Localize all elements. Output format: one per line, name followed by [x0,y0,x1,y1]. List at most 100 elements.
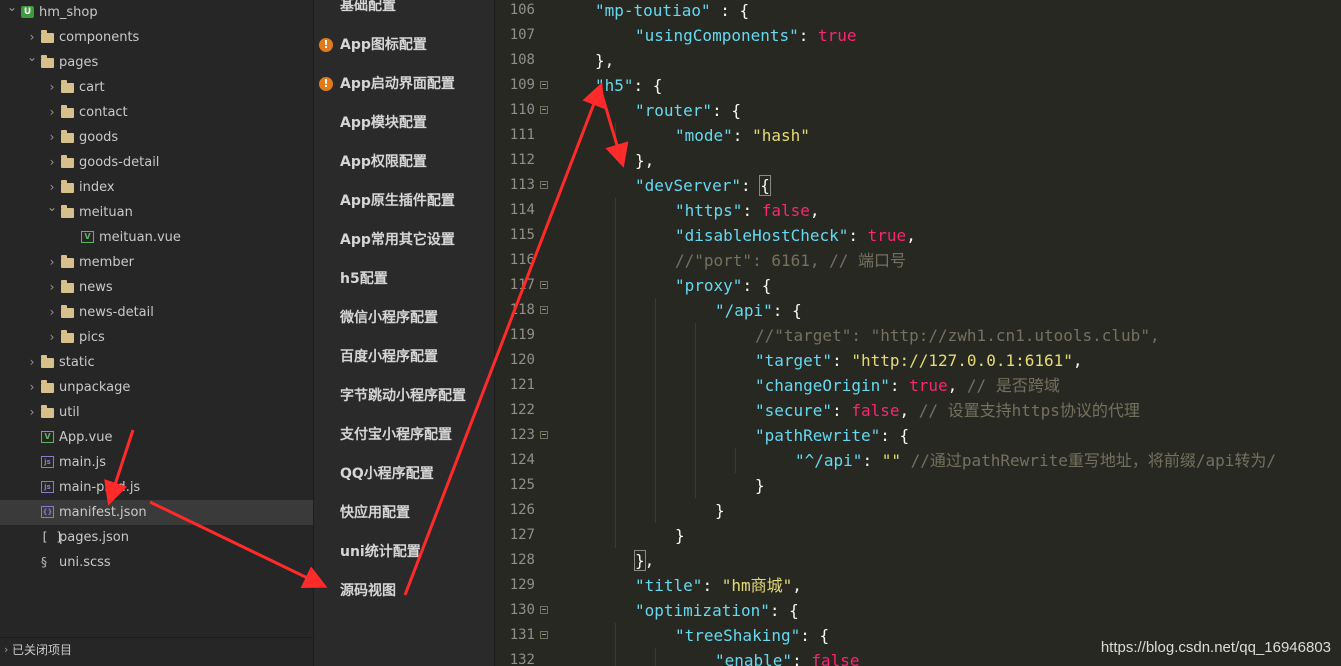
code-token: "hash" [752,126,810,145]
settings-menu-item[interactable]: ! App图标配置 [314,26,494,65]
settings-menu-label: 基础配置 [340,0,396,14]
settings-menu-item[interactable]: 字节跳动小程序配置 [314,377,494,416]
indent-guide [615,248,616,273]
indent-guide [695,473,696,498]
fold-toggle-icon[interactable] [540,106,548,114]
settings-menu-item[interactable]: App常用其它设置 [314,221,494,260]
tree-file-pages.json[interactable]: [ ] pages.json [0,525,313,550]
tree-folder-static[interactable]: › static [0,350,313,375]
closed-projects-bar[interactable]: › 已关闭项目 [0,637,313,666]
code-token: false [761,201,810,220]
code-token: : { [880,426,910,445]
code-text: "devServer": { [635,173,771,198]
tree-folder-unpackage[interactable]: › unpackage [0,375,313,400]
code-token: "pathRewrite" [755,426,881,445]
settings-menu-item[interactable]: 支付宝小程序配置 [314,416,494,455]
code-token: : { [633,76,663,95]
tree-folder-pics[interactable]: › pics [0,325,313,350]
fold-toggle-icon[interactable] [540,281,548,289]
code-token: }, [595,51,615,70]
indent-guide [655,348,656,373]
code-line: 126} [495,498,1341,523]
folder-open-icon [41,55,54,68]
line-number: 131 [509,627,535,643]
chevron-right-icon[interactable]: › [46,150,58,175]
chevron-right-icon[interactable]: › [46,125,58,150]
fold-toggle-icon[interactable] [540,181,548,189]
fold-toggle-icon[interactable] [540,606,548,614]
tree-folder-member[interactable]: › member [0,250,313,275]
code-line: 107 "usingComponents": true [495,23,1341,48]
chevron-down-icon[interactable]: ⌄ [26,45,38,70]
tree-folder-util[interactable]: › util [0,400,313,425]
settings-menu-item[interactable]: App模块配置 [314,104,494,143]
settings-menu-item[interactable]: ! App启动界面配置 [314,65,494,104]
tree-file-main-prod.js[interactable]: js main-prod.js [0,475,313,500]
settings-menu-item[interactable]: uni统计配置 [314,533,494,572]
tree-item-label: goods-detail [79,155,160,170]
settings-menu-item[interactable]: 百度小程序配置 [314,338,494,377]
chevron-right-icon[interactable]: › [26,375,38,400]
tree-file-App.vue[interactable]: V App.vue [0,425,313,450]
tree-folder-meituan[interactable]: ⌄ meituan [0,200,313,225]
code-line: 120 "target": "http://127.0.0.1:6161", [495,348,1341,373]
fold-toggle-icon[interactable] [540,306,548,314]
tree-file-uni.scss[interactable]: § uni.scss [0,550,313,575]
tree-folder-goods[interactable]: › goods [0,125,313,150]
chevron-right-icon[interactable]: › [46,325,58,350]
settings-menu-label: 快应用配置 [340,505,410,521]
tree-folder-pages[interactable]: ⌄ pages [0,50,313,75]
tree-folder-news-detail[interactable]: › news-detail [0,300,313,325]
chevron-down-icon[interactable]: ⌄ [46,195,58,220]
indent-guide [615,498,616,523]
indent-guide [655,298,656,323]
folder-icon [41,30,54,43]
indent-guide [615,323,616,348]
file-tree-rows: ⌄ Uhm_shop › components ⌄ pages › cart › contact ›… [0,0,313,575]
fold-toggle-icon[interactable] [540,81,548,89]
code-editor[interactable]: 106 "mp-toutiao" : {107 "usingComponents":… [495,0,1341,666]
line-number: 119 [509,327,535,343]
code-token: "optimization" [635,601,770,620]
settings-menu-item[interactable]: 基础配置 [314,0,494,26]
settings-menu-item[interactable]: QQ小程序配置 [314,455,494,494]
tree-folder-cart[interactable]: › cart [0,75,313,100]
chevron-right-icon[interactable]: › [46,100,58,125]
fold-toggle-icon[interactable] [540,631,548,639]
chevron-down-icon[interactable]: ⌄ [6,0,18,20]
chevron-right-icon[interactable]: › [26,350,38,375]
tree-folder-hm_shop[interactable]: ⌄ Uhm_shop [0,0,313,25]
tree-folder-contact[interactable]: › contact [0,100,313,125]
fold-toggle-icon[interactable] [540,431,548,439]
settings-menu-item[interactable]: 快应用配置 [314,494,494,533]
tree-file-manifest.json[interactable]: {} manifest.json [0,500,313,525]
code-token: "devServer" [635,176,741,195]
tree-folder-news[interactable]: › news [0,275,313,300]
tree-folder-goods-detail[interactable]: › goods-detail [0,150,313,175]
settings-menu-item[interactable]: 微信小程序配置 [314,299,494,338]
chevron-right-icon[interactable]: › [46,75,58,100]
indent-guide [695,423,696,448]
settings-menu-item[interactable]: App原生插件配置 [314,182,494,221]
tree-file-meituan.vue[interactable]: Vmeituan.vue [0,225,313,250]
chevron-right-icon[interactable]: › [46,275,58,300]
code-text: "title": "hm商城", [635,573,802,598]
chevron-right-icon[interactable]: › [46,250,58,275]
code-text: //"port": 6161, // 端口号 [675,248,906,273]
tree-folder-components[interactable]: › components [0,25,313,50]
code-text: "^/api": "" //通过pathRewrite重写地址，将前缀/api转… [795,448,1276,473]
code-token: "proxy" [675,276,743,295]
settings-menu-item[interactable]: App权限配置 [314,143,494,182]
indent-guide [735,448,736,473]
settings-menu-item[interactable]: 源码视图 [314,572,494,611]
code-token: : { [800,626,830,645]
code-text: }, [635,148,654,173]
chevron-right-icon[interactable]: › [46,300,58,325]
indent-guide [655,398,656,423]
chevron-right-icon[interactable]: › [26,400,38,425]
tree-file-main.js[interactable]: js main.js [0,450,313,475]
code-line: 128}, [495,548,1341,573]
code-token: "http://127.0.0.1:6161" [851,351,1073,370]
settings-menu-item[interactable]: h5配置 [314,260,494,299]
code-line: 123 "pathRewrite": { [495,423,1341,448]
